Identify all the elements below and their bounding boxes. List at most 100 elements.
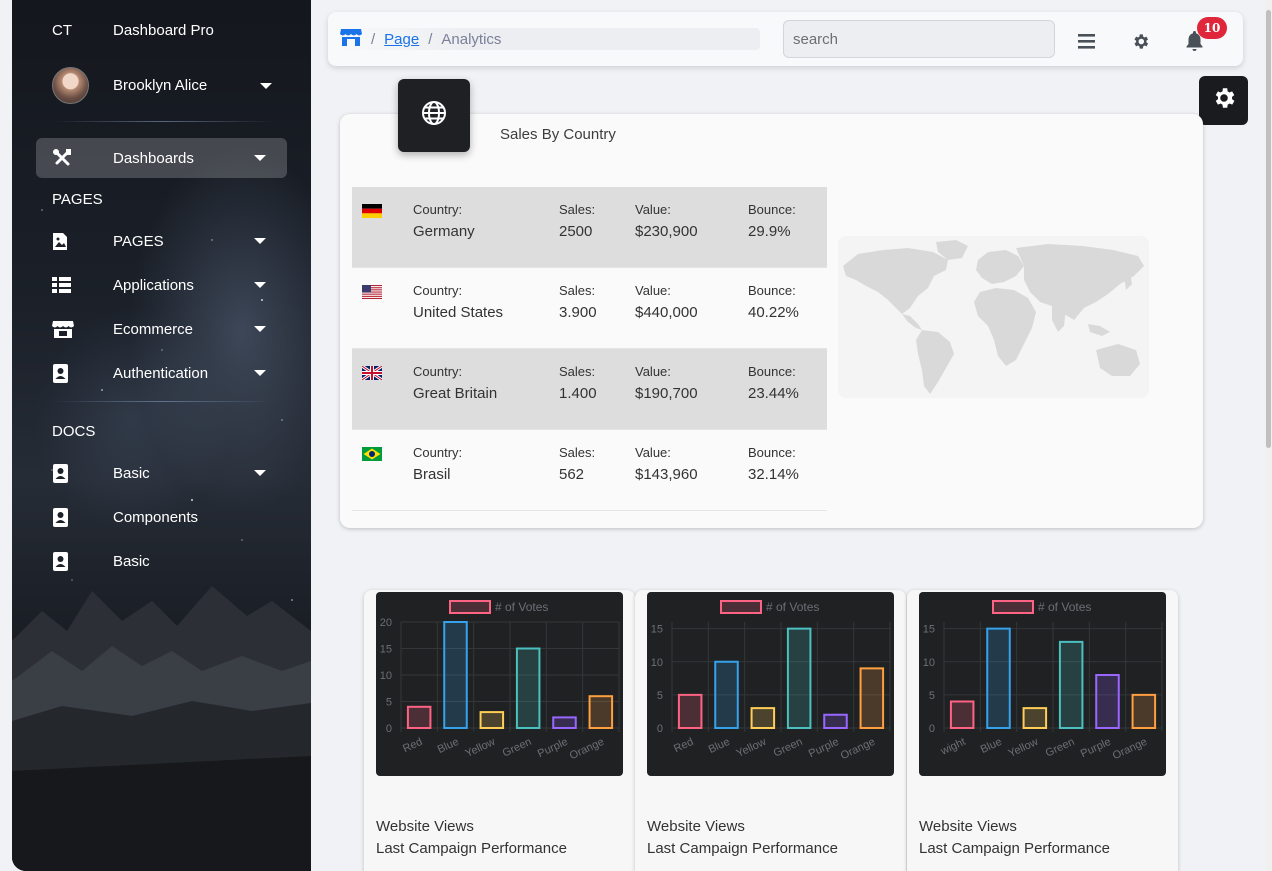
avatar	[52, 67, 89, 104]
top-navbar: / Page / Analytics 10	[328, 12, 1243, 66]
x-tick-label: Orange	[839, 736, 877, 762]
uk-flag-icon	[362, 366, 382, 380]
y-tick-label: 0	[386, 723, 392, 735]
sidebar-item-basic-2[interactable]: Basic	[36, 541, 287, 581]
value-bounce: 29.9%	[748, 223, 791, 240]
x-tick-label: Yellow	[735, 736, 769, 760]
gear-icon[interactable]	[1131, 32, 1150, 56]
y-tick-label: 15	[923, 624, 935, 636]
search-input[interactable]	[783, 20, 1055, 58]
sidebar-item-components[interactable]: Components	[36, 497, 287, 537]
legend-swatch	[720, 600, 762, 614]
image-file-icon	[52, 232, 113, 251]
brand[interactable]: CT Dashboard Pro	[52, 22, 214, 39]
sidebar-item-label: Applications	[113, 276, 194, 294]
brand-mini: CT	[52, 22, 72, 39]
bar	[949, 700, 975, 729]
label-country: Country:	[413, 364, 463, 379]
globe-icon	[421, 100, 447, 131]
sidebar-item-dashboards[interactable]: Dashboards	[36, 138, 287, 178]
label-country: Country:	[413, 283, 463, 298]
mountain-background	[12, 586, 311, 871]
legend-label: # of Votes	[766, 600, 819, 614]
breadcrumb: / Page / Analytics	[340, 28, 760, 50]
bar	[859, 667, 885, 729]
bar	[443, 621, 468, 729]
value-value: $440,000	[635, 304, 698, 321]
section-label-docs: DOCS	[52, 423, 96, 440]
table-row: Country: Brasil Sales: 562 Value: $143,960 …	[352, 430, 827, 511]
x-tick-label: Yellow	[464, 736, 498, 760]
bar	[515, 647, 541, 729]
settings-button[interactable]	[1199, 76, 1248, 125]
label-country: Country:	[413, 202, 463, 217]
value-bounce: 32.14%	[748, 466, 799, 483]
bar-chart-svg: # of Votes 0 5 10 15 20 Red Blue Yellow Green Purp…	[380, 600, 620, 762]
chart-card: # of Votes 0 5 10 15 Red Blue Yellow Green Purple…	[635, 590, 906, 871]
x-tick-label: Red	[401, 736, 424, 755]
x-tick-label: Blue	[436, 736, 461, 756]
label-value: Value:	[635, 283, 671, 298]
chart-card-subtitle: Last Campaign Performance	[919, 840, 1110, 857]
value-sales: 1.400	[559, 385, 597, 402]
x-tick-label: Blue	[707, 736, 732, 756]
divider	[52, 401, 274, 402]
bar	[1058, 640, 1084, 729]
table-row: Country: United States Sales: 3.900 Value:…	[352, 268, 827, 349]
sidebar-item-basic[interactable]: Basic	[36, 453, 287, 493]
label-sales: Sales:	[559, 283, 596, 298]
value-country: Brasil	[413, 466, 451, 483]
sidebar-item-label: Dashboards	[113, 149, 194, 167]
chart-card-title: Website Views	[919, 818, 1017, 835]
label-sales: Sales:	[559, 445, 596, 460]
y-tick-label: 5	[657, 690, 663, 702]
x-tick-label: Green	[772, 736, 805, 760]
bar	[677, 693, 703, 729]
scrollbar-thumb[interactable]	[1266, 10, 1271, 448]
bar	[552, 716, 577, 730]
breadcrumb-link-page[interactable]: Page	[384, 31, 419, 48]
chevron-down-icon	[254, 326, 266, 332]
x-tick-label: Blue	[979, 736, 1004, 756]
bar	[1022, 707, 1048, 729]
section-label-pages: PAGES	[52, 191, 103, 208]
value-sales: 3.900	[559, 304, 597, 321]
brazil-flag-icon	[362, 447, 382, 461]
label-bounce: Bounce:	[748, 364, 796, 379]
sidebar-item-label: Authentication	[113, 364, 209, 382]
bar	[986, 627, 1011, 729]
store-icon[interactable]	[340, 28, 362, 50]
value-country: Great Britain	[413, 385, 498, 402]
legend-label: # of Votes	[1038, 600, 1091, 614]
breadcrumb-current: Analytics	[441, 30, 502, 48]
y-tick-label: 15	[651, 624, 663, 636]
table-row: Country: Great Britain Sales: 1.400 Value:…	[352, 349, 827, 430]
value-bounce: 23.44%	[748, 385, 799, 402]
x-tick-label: Green	[1044, 736, 1077, 760]
value-country: Germany	[413, 223, 475, 240]
page-scrollbar[interactable]	[1265, 0, 1272, 871]
sidebar-item-pages[interactable]: PAGES	[36, 221, 287, 261]
x-tick-label: Orange	[1111, 736, 1149, 762]
notification-badge: 10	[1197, 17, 1227, 39]
table-list-icon	[52, 277, 113, 293]
label-sales: Sales:	[559, 364, 596, 379]
gear-icon	[1211, 85, 1237, 116]
chart-card: # of Votes 0 5 10 15 20 Red Blue Yellow Green Purp…	[364, 590, 635, 871]
value-country: United States	[413, 304, 504, 321]
chevron-down-icon	[254, 370, 266, 376]
sidebar-item-ecommerce[interactable]: Ecommerce	[36, 309, 287, 349]
sidebar-item-applications[interactable]: Applications	[36, 265, 287, 305]
bar-chart: # of Votes 0 5 10 15 20 Red Blue Yellow Green Purp…	[376, 592, 623, 776]
label-bounce: Bounce:	[748, 283, 796, 298]
chevron-down-icon	[254, 238, 266, 244]
label-value: Value:	[635, 364, 671, 379]
menu-icon[interactable]	[1078, 34, 1095, 54]
contact-book-icon	[52, 463, 113, 483]
user-menu[interactable]: Brooklyn Alice	[52, 67, 272, 104]
bar	[750, 707, 776, 729]
y-tick-label: 0	[929, 723, 935, 735]
legend-label: # of Votes	[495, 600, 548, 614]
sidebar-item-authentication[interactable]: Authentication	[36, 353, 287, 393]
chart-card-subtitle: Last Campaign Performance	[647, 840, 838, 857]
